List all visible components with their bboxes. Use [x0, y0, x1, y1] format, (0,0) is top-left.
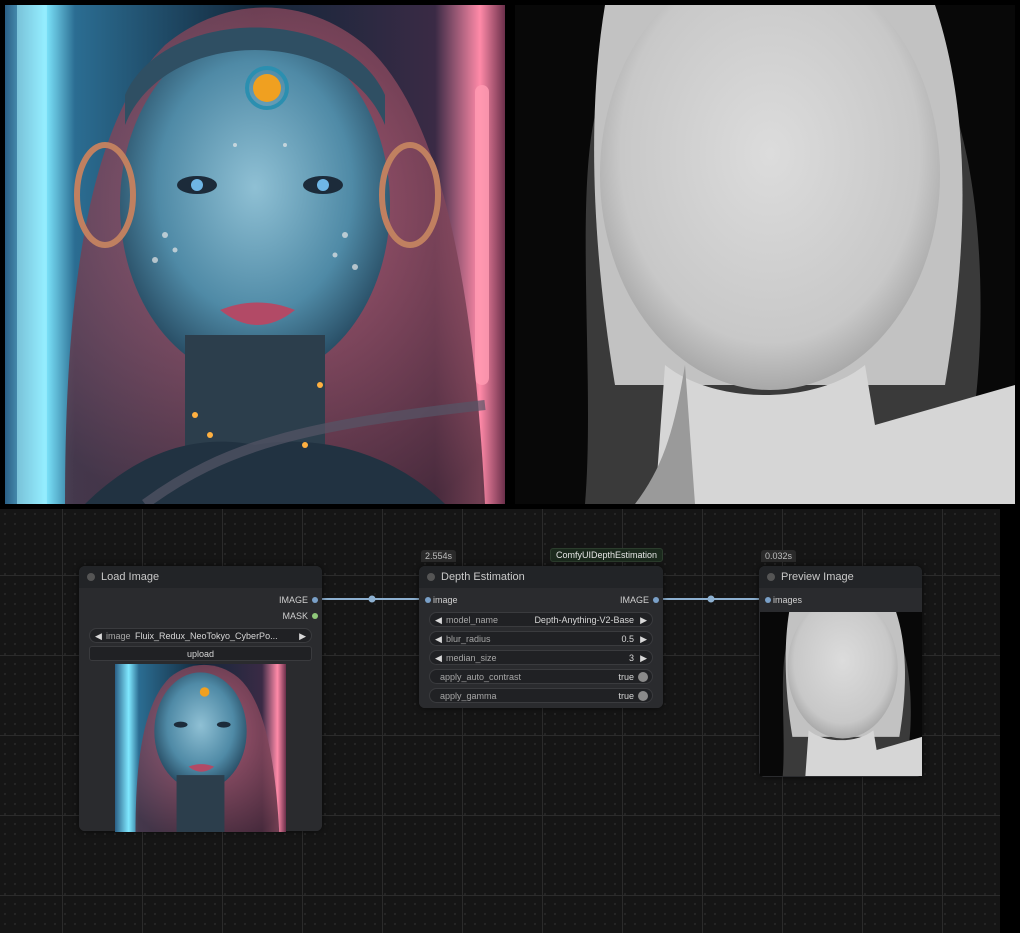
widget-label: image [106, 631, 131, 641]
widget-value: 0.5 [621, 634, 634, 644]
widget-value: Depth-Anything-V2-Base [534, 615, 634, 625]
arrow-right-icon[interactable]: ▶ [640, 613, 647, 628]
output-mask[interactable]: MASK [282, 611, 318, 621]
blur-radius-number[interactable]: ◀ blur_radius 0.5 ▶ [429, 631, 653, 646]
arrow-right-icon[interactable]: ▶ [299, 629, 306, 644]
output-image[interactable]: IMAGE [619, 595, 659, 605]
upload-label: upload [186, 649, 215, 659]
depth-map-image [515, 5, 1015, 504]
widget-value: true [618, 672, 634, 682]
preview-thumbnail [760, 612, 922, 776]
arrow-left-icon[interactable]: ◀ [435, 613, 442, 628]
upload-button[interactable]: upload [89, 646, 312, 661]
input-label: images [773, 595, 803, 605]
apply-gamma-toggle[interactable]: apply_gamma true [429, 688, 653, 703]
image-combo[interactable]: ◀ image Fluix_Redux_NeoTokyo_CyberPo... … [89, 628, 312, 643]
collapse-dot-icon[interactable] [87, 573, 95, 581]
arrow-right-icon[interactable]: ▶ [640, 651, 647, 666]
input-image[interactable]: image [425, 595, 458, 605]
widget-value: Fluix_Redux_NeoTokyo_CyberPo... [135, 631, 278, 641]
node-title-bar[interactable]: Preview Image [759, 566, 922, 588]
node-source-badge: ComfyUIDepthEstimation [550, 548, 664, 562]
input-pin-icon[interactable] [425, 597, 431, 603]
arrow-right-icon[interactable]: ▶ [640, 632, 647, 647]
toggle-knob-icon[interactable] [638, 672, 648, 682]
canvas-edge [1000, 509, 1020, 933]
model-name-combo[interactable]: ◀ model_name Depth-Anything-V2-Base ▶ [429, 612, 653, 627]
widget-label: apply_gamma [440, 691, 497, 701]
cyborg-portrait-image [5, 5, 505, 504]
output-label: MASK [282, 611, 308, 621]
input-images[interactable]: images [765, 595, 803, 605]
widget-label: model_name [446, 615, 499, 625]
toggle-knob-icon[interactable] [638, 691, 648, 701]
output-image[interactable]: IMAGE [278, 595, 318, 605]
collapse-dot-icon[interactable] [427, 573, 435, 581]
arrow-left-icon[interactable]: ◀ [435, 651, 442, 666]
output-pin-icon[interactable] [653, 597, 659, 603]
input-label: image [433, 595, 458, 605]
arrow-left-icon[interactable]: ◀ [95, 629, 102, 644]
widget-value: 3 [628, 653, 634, 663]
widget-label: apply_auto_contrast [440, 672, 522, 682]
output-label: IMAGE [619, 595, 649, 605]
execution-time: 2.554s [421, 550, 457, 562]
widget-value: true [618, 691, 634, 701]
output-pin-icon[interactable] [312, 613, 318, 619]
preview-image-node[interactable]: Preview Image images [759, 566, 922, 777]
input-pin-icon[interactable] [765, 597, 771, 603]
execution-time: 0.032s [761, 550, 797, 562]
node-title-bar[interactable]: Load Image [79, 566, 322, 588]
output-pin-icon[interactable] [312, 597, 318, 603]
depth-estimation-node[interactable]: Depth Estimation image IMAGE ◀ model_nam… [419, 566, 663, 708]
node-title: Depth Estimation [441, 571, 525, 583]
node-title: Preview Image [781, 571, 854, 583]
apply-auto-contrast-toggle[interactable]: apply_auto_contrast true [429, 669, 653, 684]
image-thumbnail [115, 664, 286, 832]
load-image-node[interactable]: Load Image IMAGE MASK ◀ image Fluix_Redu… [79, 566, 322, 832]
output-label: IMAGE [278, 595, 308, 605]
median-size-number[interactable]: ◀ median_size 3 ▶ [429, 650, 653, 665]
widget-label: median_size [446, 653, 497, 663]
node-title-bar[interactable]: Depth Estimation [419, 566, 663, 588]
collapse-dot-icon[interactable] [767, 573, 775, 581]
arrow-left-icon[interactable]: ◀ [435, 632, 442, 647]
node-title: Load Image [101, 571, 160, 583]
widget-label: blur_radius [446, 634, 491, 644]
